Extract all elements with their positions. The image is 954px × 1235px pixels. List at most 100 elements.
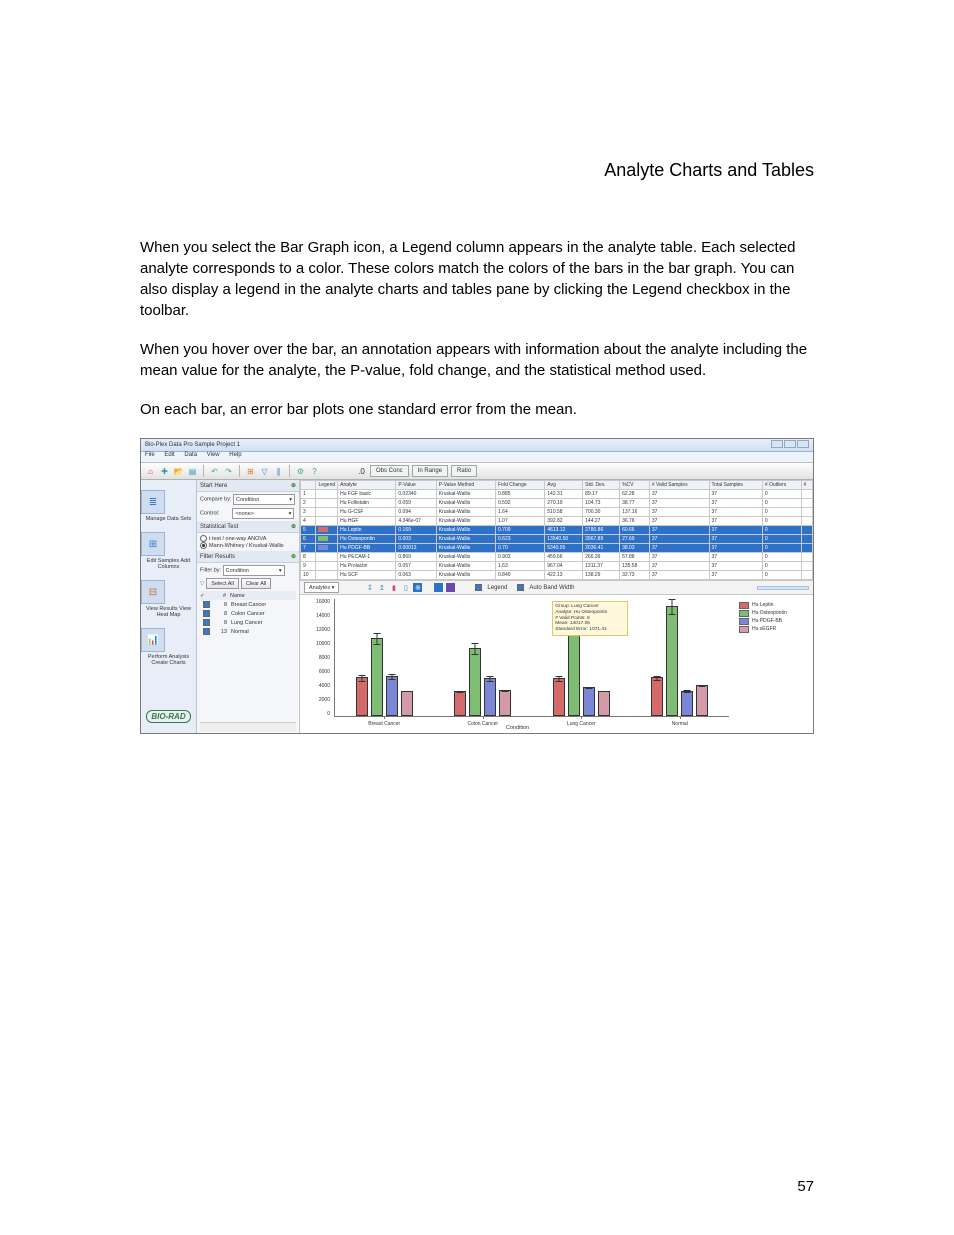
open-icon[interactable]: 📂 bbox=[173, 466, 184, 477]
clear-all-button[interactable]: Clear All bbox=[241, 578, 271, 589]
table-row[interactable]: 4Hu HGF4.346e-07Kruskal-Wallis1.07392.82… bbox=[301, 517, 813, 526]
table-header[interactable]: Analyte bbox=[338, 481, 396, 490]
table-row[interactable]: 2Hu Follistatin0.059Kruskal-Wallis0.5922… bbox=[301, 499, 813, 508]
chart-bar[interactable] bbox=[583, 687, 595, 716]
undo-icon[interactable]: ↶ bbox=[209, 466, 220, 477]
chart-bar[interactable] bbox=[499, 690, 511, 716]
filter-checkbox[interactable] bbox=[203, 619, 210, 626]
table-header[interactable]: P-Value bbox=[396, 481, 436, 490]
manage-icon[interactable]: ▤ bbox=[187, 466, 198, 477]
table-header[interactable]: P-Value Method bbox=[436, 481, 495, 490]
filter-row[interactable]: 8Breast Cancer bbox=[200, 600, 296, 609]
tab-in-range[interactable]: In Range bbox=[412, 465, 448, 477]
menu-view[interactable]: View bbox=[207, 452, 220, 458]
chart-bar[interactable] bbox=[553, 678, 565, 716]
table-header[interactable]: # bbox=[801, 481, 812, 490]
sort-desc-icon[interactable]: ↥ bbox=[377, 583, 386, 592]
filter-row[interactable]: 8Lung Cancer bbox=[200, 618, 296, 627]
scatter-icon[interactable]: ※ bbox=[413, 583, 422, 592]
chart-bar[interactable] bbox=[386, 676, 398, 716]
table-header[interactable]: %CV bbox=[620, 481, 650, 490]
pause-icon[interactable]: ∥ bbox=[273, 466, 284, 477]
gear-icon[interactable]: ⚙ bbox=[295, 466, 306, 477]
filter-checkbox[interactable] bbox=[203, 601, 210, 608]
chart-bar[interactable] bbox=[681, 691, 693, 716]
legend-checkbox[interactable] bbox=[475, 584, 482, 591]
table-header[interactable]: Fold Change bbox=[496, 481, 545, 490]
radio-ttest[interactable] bbox=[200, 535, 207, 542]
new-icon[interactable]: ✚ bbox=[159, 466, 170, 477]
expand-icon[interactable]: ⊕ bbox=[291, 482, 296, 489]
filter-list: ✓#Name8Breast Cancer8Colon Cancer8Lung C… bbox=[200, 591, 296, 636]
table-header[interactable]: Avg bbox=[545, 481, 583, 490]
analyte-table[interactable]: LegendAnalyteP-ValueP-Value MethodFold C… bbox=[300, 480, 813, 580]
table-row[interactable]: 8Hu PECAM-10.869Kruskal-Wallis0.903459.6… bbox=[301, 553, 813, 562]
chart-bar[interactable] bbox=[469, 648, 481, 716]
table-row[interactable]: 1Hu FGF basic0.02340Kruskal-Wallis0.8851… bbox=[301, 490, 813, 499]
bar-chart[interactable]: 1600014000120001000080006000400020000 Br… bbox=[300, 595, 735, 733]
chart-bar[interactable] bbox=[651, 677, 663, 716]
chart-bar[interactable] bbox=[696, 685, 708, 716]
menu-edit[interactable]: Edit bbox=[164, 452, 174, 458]
table-row[interactable]: 5Hu Leptin0.169Kruskal-Wallis0.7094613.1… bbox=[301, 526, 813, 535]
nav-manage-datasets-icon[interactable]: ≣ bbox=[141, 490, 165, 514]
precision-icon[interactable]: .0 bbox=[356, 466, 367, 477]
filter-checkbox[interactable] bbox=[203, 628, 210, 635]
bar-chart-icon[interactable]: ▮ bbox=[389, 583, 398, 592]
bandwidth-slider[interactable] bbox=[757, 586, 809, 590]
compare-by-dropdown[interactable]: Condition▾ bbox=[233, 494, 295, 505]
table-header[interactable]: Std. Dev. bbox=[583, 481, 620, 490]
redo-icon[interactable]: ↷ bbox=[223, 466, 234, 477]
chart-bar[interactable] bbox=[484, 678, 496, 716]
horizontal-scrollbar[interactable] bbox=[200, 722, 296, 731]
chart-bar[interactable] bbox=[454, 691, 466, 716]
home-icon[interactable]: ⌂ bbox=[145, 466, 156, 477]
filter-checkbox[interactable] bbox=[203, 610, 210, 617]
table-header[interactable]: Total Samples bbox=[709, 481, 762, 490]
auto-bandwidth-checkbox[interactable] bbox=[517, 584, 524, 591]
filter-icon[interactable]: ▽ bbox=[200, 581, 204, 587]
filter-icon[interactable]: ▽ bbox=[259, 466, 270, 477]
menu-data[interactable]: Data bbox=[184, 452, 197, 458]
table-row[interactable]: 3Hu G-CSF0.094Kruskal-Wallis1.64510.5870… bbox=[301, 508, 813, 517]
radio-mannwhitney[interactable] bbox=[200, 542, 207, 549]
chart-bar[interactable] bbox=[598, 691, 610, 716]
heatmap-icon[interactable]: ⊞ bbox=[245, 466, 256, 477]
chart-bar[interactable] bbox=[356, 677, 368, 716]
table-row[interactable]: 9Hu Prolactin0.057Kruskal-Wallis1.63967.… bbox=[301, 562, 813, 571]
box-plot-icon[interactable]: ▯ bbox=[401, 583, 410, 592]
table-row[interactable]: 10Hu SCF0.063Kruskal-Wallis0.849422.1313… bbox=[301, 571, 813, 580]
select-all-button[interactable]: Select All bbox=[206, 578, 239, 589]
table-header[interactable] bbox=[301, 481, 316, 490]
color-icon[interactable] bbox=[446, 583, 455, 592]
expand-icon[interactable]: ⊕ bbox=[291, 553, 296, 560]
filter-row[interactable]: 13Normal bbox=[200, 627, 296, 636]
filter-by-dropdown[interactable]: Condition▾ bbox=[223, 565, 285, 576]
tab-ratio[interactable]: Ratio bbox=[451, 465, 477, 477]
help-icon[interactable]: ? bbox=[309, 466, 320, 477]
legend-swatch bbox=[739, 618, 749, 625]
options-panel: Start Here⊕ Compare by: Condition▾ Contr… bbox=[197, 480, 300, 733]
config-icon[interactable] bbox=[434, 583, 443, 592]
nav-perform-analysis-icon[interactable]: 📊 bbox=[141, 628, 165, 652]
table-header[interactable]: # Outliers bbox=[762, 481, 801, 490]
nav-edit-samples-icon[interactable]: ⊞ bbox=[141, 532, 165, 556]
control-dropdown[interactable]: <none>▾ bbox=[232, 508, 294, 519]
menu-file[interactable]: File bbox=[145, 452, 155, 458]
menubar[interactable]: File Edit Data View Help bbox=[141, 452, 813, 463]
sort-asc-icon[interactable]: ↧ bbox=[365, 583, 374, 592]
table-header[interactable]: Legend bbox=[316, 481, 338, 490]
table-header[interactable]: # Valid Samples bbox=[649, 481, 709, 490]
chart-bar[interactable] bbox=[371, 638, 383, 716]
table-row[interactable]: 6Hu Osteopontin0.003Kruskal-Wallis0.6231… bbox=[301, 535, 813, 544]
chart-bar[interactable] bbox=[666, 606, 678, 716]
expand-icon[interactable]: ⊕ bbox=[291, 523, 296, 530]
chart-bar[interactable] bbox=[401, 691, 413, 716]
filter-row[interactable]: 8Colon Cancer bbox=[200, 609, 296, 618]
window-buttons[interactable] bbox=[770, 440, 809, 450]
menu-help[interactable]: Help bbox=[229, 452, 241, 458]
nav-view-results-icon[interactable]: ⊟ bbox=[141, 580, 165, 604]
table-row[interactable]: 7Hu PDGF-BB0.00013Kruskal-Wallis0.705340… bbox=[301, 544, 813, 553]
analytes-dropdown[interactable]: Analytes ▾ bbox=[304, 582, 339, 593]
tab-obs-conc[interactable]: Obs Conc bbox=[370, 465, 409, 477]
